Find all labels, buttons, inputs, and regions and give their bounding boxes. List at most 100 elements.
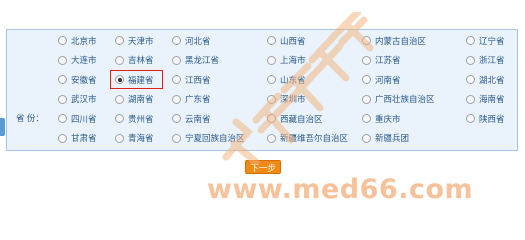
- province-radio[interactable]: [58, 36, 67, 46]
- province-option[interactable]: 武汉市: [58, 90, 115, 110]
- province-label: 湖南省: [128, 94, 154, 105]
- province-radio[interactable]: [267, 133, 276, 143]
- province-option[interactable]: 山东省: [267, 70, 362, 90]
- side-collapse-tab[interactable]: [0, 118, 5, 136]
- province-label: 大连市: [71, 55, 97, 66]
- province-radio[interactable]: [267, 94, 276, 104]
- province-option[interactable]: 安徽省: [58, 70, 115, 90]
- province-option[interactable]: 福建省: [110, 70, 172, 90]
- province-label: 武汉市: [71, 94, 97, 105]
- province-label: 福建省: [128, 74, 154, 85]
- province-radio[interactable]: [172, 94, 181, 104]
- province-label: 北京市: [71, 35, 97, 46]
- province-row-label: 省 份：: [16, 113, 44, 123]
- province-option[interactable]: 宁夏回族自治区: [172, 129, 267, 149]
- province-radio[interactable]: [58, 75, 67, 85]
- province-radio[interactable]: [466, 94, 475, 104]
- province-option[interactable]: 吉林省: [115, 51, 172, 71]
- province-option[interactable]: 江西省: [172, 70, 267, 90]
- province-radio[interactable]: [115, 75, 124, 85]
- province-option[interactable]: 浙江省: [466, 51, 522, 71]
- province-radio[interactable]: [115, 36, 124, 46]
- province-radio[interactable]: [58, 114, 67, 124]
- province-radio[interactable]: [58, 55, 67, 65]
- province-option[interactable]: 湖南省: [115, 90, 172, 110]
- province-label: 河北省: [185, 35, 211, 46]
- province-option[interactable]: 上海市: [267, 51, 362, 71]
- province-option[interactable]: 四川省: [58, 109, 115, 129]
- province-radio[interactable]: [115, 133, 124, 143]
- province-radio[interactable]: [267, 55, 276, 65]
- province-option[interactable]: 青海省: [115, 129, 172, 149]
- province-label: 山西省: [280, 35, 306, 46]
- province-radio[interactable]: [466, 55, 475, 65]
- province-radio[interactable]: [172, 114, 181, 124]
- province-option[interactable]: 江苏省: [362, 51, 466, 71]
- province-option[interactable]: 广东省: [172, 90, 267, 110]
- province-radio[interactable]: [172, 133, 181, 143]
- province-option[interactable]: 天津市: [115, 31, 172, 51]
- province-radio[interactable]: [58, 94, 67, 104]
- province-radio[interactable]: [172, 75, 181, 85]
- province-option[interactable]: 大连市: [58, 51, 115, 71]
- province-label: 江苏省: [375, 55, 401, 66]
- province-option[interactable]: 贵州省: [115, 109, 172, 129]
- province-label: 青海省: [128, 133, 154, 144]
- province-radio[interactable]: [466, 36, 475, 46]
- province-radio[interactable]: [466, 114, 475, 124]
- province-radio[interactable]: [267, 114, 276, 124]
- province-label: 江西省: [185, 74, 211, 85]
- province-label: 陕西省: [479, 113, 505, 124]
- province-label: 山东省: [280, 74, 306, 85]
- province-radio[interactable]: [115, 94, 124, 104]
- province-radio[interactable]: [362, 94, 371, 104]
- province-label: 辽宁省: [479, 35, 505, 46]
- province-radio[interactable]: [172, 55, 181, 65]
- province-radio[interactable]: [58, 133, 67, 143]
- province-radio[interactable]: [362, 36, 371, 46]
- province-label: 新疆维吾尔自治区: [280, 133, 349, 144]
- province-radio[interactable]: [466, 75, 475, 85]
- province-label: 重庆市: [375, 113, 401, 124]
- next-step-button[interactable]: 下一步: [245, 160, 281, 174]
- province-radio[interactable]: [267, 36, 276, 46]
- province-label: 黑龙江省: [185, 55, 220, 66]
- province-label: 新疆兵团: [375, 133, 410, 144]
- province-radio[interactable]: [362, 55, 371, 65]
- province-label: 广西壮族自治区: [375, 94, 435, 105]
- province-radio[interactable]: [362, 75, 371, 85]
- province-radio[interactable]: [172, 36, 181, 46]
- province-option[interactable]: 河南省: [362, 70, 466, 90]
- province-option[interactable]: 陕西省: [466, 109, 522, 129]
- province-label: 贵州省: [128, 113, 154, 124]
- province-option[interactable]: 云南省: [172, 109, 267, 129]
- province-label: 安徽省: [71, 74, 97, 85]
- province-radio[interactable]: [267, 75, 276, 85]
- province-radio[interactable]: [362, 133, 371, 143]
- province-option[interactable]: 内蒙古自治区: [362, 31, 466, 51]
- province-label: 内蒙古自治区: [375, 35, 427, 46]
- province-option[interactable]: 新疆兵团: [362, 129, 466, 149]
- province-option[interactable]: 甘肃省: [58, 129, 115, 149]
- province-option[interactable]: 北京市: [58, 31, 115, 51]
- province-option[interactable]: 辽宁省: [466, 31, 522, 51]
- province-option[interactable]: 山西省: [267, 31, 362, 51]
- province-option[interactable]: 深圳市: [267, 90, 362, 110]
- province-option[interactable]: 新疆维吾尔自治区: [267, 129, 362, 149]
- province-label: 湖北省: [479, 74, 505, 85]
- province-option[interactable]: 黑龙江省: [172, 51, 267, 71]
- province-label: 云南省: [185, 113, 211, 124]
- province-label: 上海市: [280, 55, 306, 66]
- province-option[interactable]: 湖北省: [466, 70, 522, 90]
- province-radio[interactable]: [115, 114, 124, 124]
- province-radio[interactable]: [362, 114, 371, 124]
- province-option[interactable]: 海南省: [466, 90, 522, 110]
- province-label: 甘肃省: [71, 133, 97, 144]
- province-option[interactable]: 河北省: [172, 31, 267, 51]
- province-label: 海南省: [479, 94, 505, 105]
- province-option[interactable]: 西藏自治区: [267, 109, 362, 129]
- province-option[interactable]: 广西壮族自治区: [362, 90, 466, 110]
- province-radio[interactable]: [115, 55, 124, 65]
- province-option[interactable]: 重庆市: [362, 109, 466, 129]
- province-label: 吉林省: [128, 55, 154, 66]
